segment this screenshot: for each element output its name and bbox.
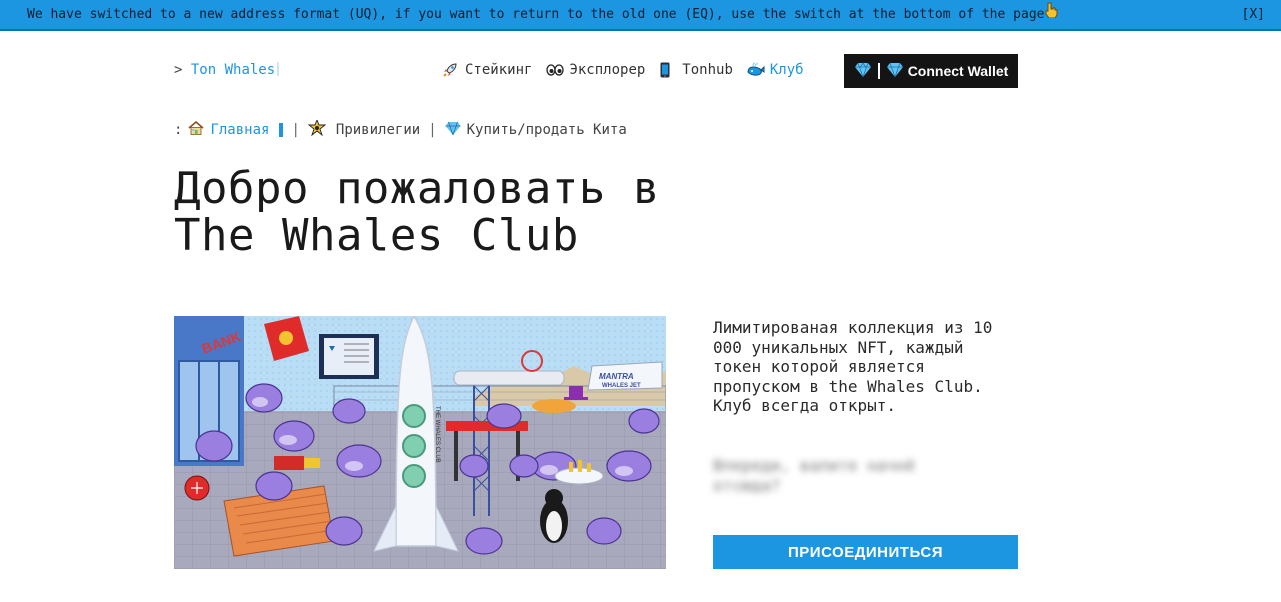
- page-title-line: Добро пожаловать в: [174, 163, 660, 214]
- sparkle-icon: [307, 118, 327, 140]
- whale-icon: [747, 62, 765, 78]
- divider-bar: [877, 63, 880, 79]
- phone-icon: [659, 62, 675, 78]
- nav-item-label: Эксплорер: [569, 62, 646, 78]
- nav-item-explorer[interactable]: Эксплорер: [546, 62, 645, 78]
- nav-item-club[interactable]: Клуб: [747, 62, 804, 78]
- pointing-hand-icon: [1044, 0, 1058, 29]
- subnav-item-label: Купить/продать Кита: [466, 122, 627, 138]
- subnav-item-label: Главная: [210, 122, 270, 138]
- subnav-prefix: :: [174, 122, 183, 138]
- active-indicator: [279, 123, 284, 137]
- subnav-separator: |: [291, 122, 300, 138]
- nav-item-label: Tonhub: [682, 62, 733, 78]
- nav-item-staking[interactable]: Стейкинг: [442, 62, 532, 78]
- address-format-banner: We have switched to a new address format…: [0, 0, 1281, 31]
- subnav-item-buy-sell[interactable]: Купить/продать Кита: [445, 121, 627, 140]
- top-navigation: > Ton Whales Стейкинг Эксплорер Tonhub К…: [174, 54, 1018, 88]
- nav-item-label: Стейкинг: [465, 62, 533, 78]
- join-button[interactable]: ПРИСОЕДИНИТЬСЯ: [713, 535, 1018, 569]
- house-icon: [188, 120, 204, 140]
- subnav-item-privileges[interactable]: Привилегии: [307, 118, 421, 140]
- text-cursor: [277, 62, 280, 76]
- diamond-icon: [886, 62, 904, 81]
- banner-close-button[interactable]: [X]: [1242, 0, 1265, 29]
- diamond-icon: [854, 61, 872, 81]
- svg-text:MANTRA: MANTRA: [599, 372, 634, 381]
- brand-name[interactable]: Ton Whales: [191, 62, 275, 78]
- sub-navigation: : Главная | Привилегии | Купить/продать …: [174, 118, 627, 140]
- svg-text:WHALES JET: WHALES JET: [602, 383, 641, 389]
- nav-item-tonhub[interactable]: Tonhub: [659, 62, 733, 78]
- subnav-item-label: Привилегии: [335, 122, 421, 138]
- subnav-item-home[interactable]: Главная: [188, 120, 284, 140]
- blurred-hint-text: Впереди, валите начнё отсюда?: [713, 456, 916, 495]
- club-description: Лимитированая коллекция из 10 000 уникал…: [713, 318, 993, 415]
- rocket-icon: [442, 62, 458, 78]
- nav-links: Стейкинг Эксплорер Tonhub Клуб: [442, 62, 804, 78]
- page-title-line: The Whales Club: [174, 210, 579, 261]
- eyes-icon: [546, 62, 565, 78]
- subnav-separator: |: [428, 122, 437, 138]
- diamond-icon: [445, 121, 461, 140]
- whales-club-illustration: BANK THE WHALES CLUB MANTRA WHALES JET: [174, 316, 666, 569]
- svg-text:THE WHALES CLUB: THE WHALES CLUB: [434, 406, 440, 463]
- connect-wallet-button[interactable]: Connect Wallet: [844, 54, 1018, 88]
- page-title: Добро пожаловать в The Whales Club: [174, 165, 660, 259]
- banner-text: We have switched to a new address format…: [27, 7, 1045, 22]
- connect-wallet-label: Connect Wallet: [907, 63, 1009, 79]
- brand-prompt: >: [174, 62, 183, 78]
- nav-item-label: Клуб: [769, 62, 804, 78]
- brand[interactable]: > Ton Whales: [174, 62, 280, 78]
